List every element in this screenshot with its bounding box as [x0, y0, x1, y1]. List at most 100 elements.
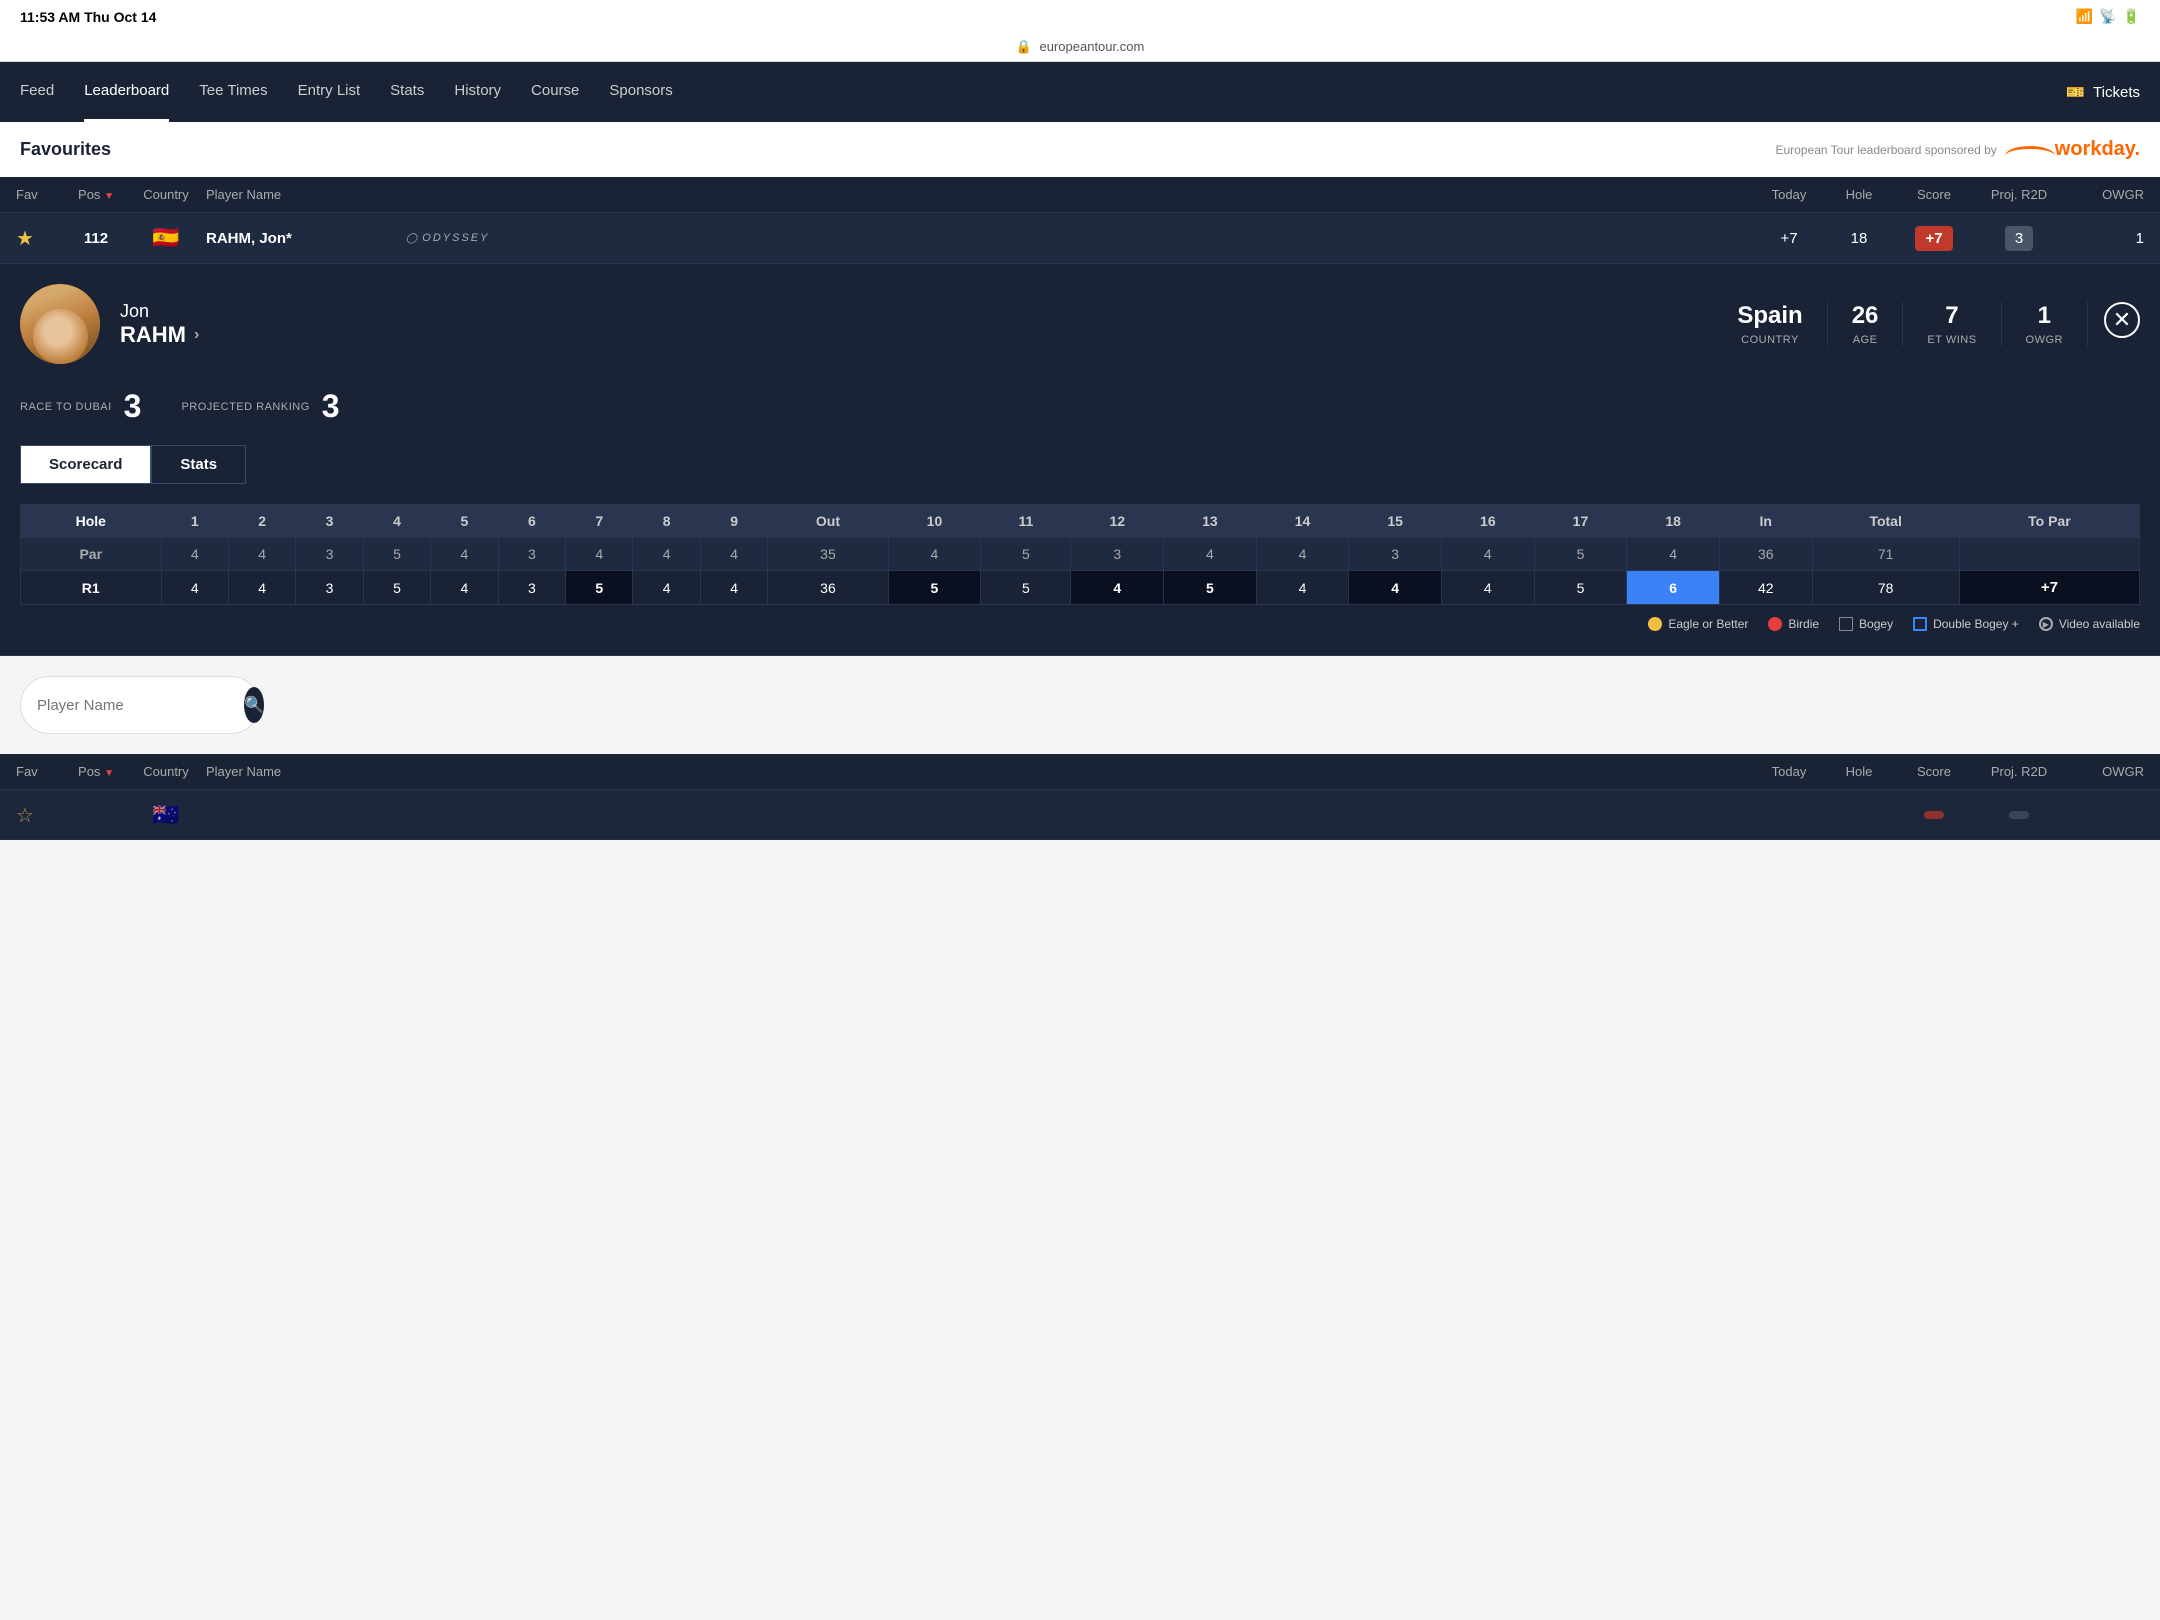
pos2-sort-icon: ▼ — [104, 768, 114, 779]
col-hole-header: Hole — [1824, 187, 1894, 202]
player-row[interactable]: ★ 112 🇪🇸 RAHM, Jon* ◯ ODYSSEY +7 18 +7 3… — [0, 213, 2160, 264]
col2-country-header: Country — [126, 764, 206, 779]
hole-col-header: Hole — [21, 505, 162, 538]
player-avatar — [20, 284, 100, 364]
player-name-cell: RAHM, Jon* — [206, 230, 406, 247]
col-today-header: Today — [1754, 187, 1824, 202]
workday-logo: workday. — [2055, 138, 2140, 161]
projected-ranking-block: PROJECTED RANKING 3 — [181, 388, 339, 425]
player-owgr: 1 — [2064, 230, 2144, 247]
tickets-button[interactable]: 🎫 Tickets — [2066, 83, 2140, 101]
table-header-row: Fav Pos ▼ Country Player Name Today Hole… — [0, 177, 2160, 213]
url-text: europeantour.com — [1040, 39, 1145, 54]
url-bar[interactable]: 🔒 europeantour.com — [0, 33, 2160, 62]
col2-pos-header: Pos ▼ — [66, 764, 126, 779]
video-indicator: ▶ — [2039, 617, 2053, 631]
player-today-score: +7 — [1754, 230, 1824, 247]
partial-fav-star[interactable]: ☆ — [16, 803, 66, 828]
scorecard-tabs: Scorecard Stats — [20, 445, 2140, 484]
double-bogey-indicator — [1913, 617, 1927, 631]
scorecard-table: Hole 1 2 3 4 5 6 7 8 9 Out 10 11 12 13 1… — [20, 504, 2140, 605]
player-profile-link[interactable]: › — [194, 326, 199, 344]
nav-links: Feed Leaderboard Tee Times Entry List St… — [20, 62, 2066, 122]
col-score-header: Score — [1894, 187, 1974, 202]
sponsor-area: European Tour leaderboard sponsored by w… — [1776, 138, 2141, 161]
player-hole: 18 — [1824, 230, 1894, 247]
nav-leaderboard[interactable]: Leaderboard — [84, 62, 169, 122]
col2-projr2d-header: Proj. R2D — [1974, 764, 2064, 779]
player-proj-r2d: 3 — [1974, 226, 2064, 251]
col-playername-header: Player Name — [206, 187, 406, 202]
eagle-indicator — [1648, 617, 1662, 631]
tab-stats[interactable]: Stats — [151, 445, 246, 484]
nav-course[interactable]: Course — [531, 62, 579, 122]
leaderboard-table: Fav Pos ▼ Country Player Name Today Hole… — [0, 177, 2160, 656]
partial-player-flag: 🇦🇺 — [126, 802, 206, 828]
player-stats-block: Spain COUNTRY 26 AGE 7 ET WINS 1 OWGR ✕ — [1713, 302, 2140, 346]
workday-arc — [2005, 146, 2055, 166]
favourites-header: Favourites European Tour leaderboard spo… — [0, 122, 2160, 177]
scorecard-legend: Eagle or Better Birdie Bogey Double Boge… — [20, 617, 2140, 631]
race-row: RACE TO DUBAI 3 PROJECTED RANKING 3 — [20, 388, 2140, 425]
legend-bogey: Bogey — [1839, 617, 1893, 631]
status-bar: 11:53 AM Thu Oct 14 📶 📡 🔋 — [0, 0, 2160, 33]
bogey-indicator — [1839, 617, 1853, 631]
search-wrap[interactable]: 🔍 — [20, 676, 260, 734]
status-icons: 📶 📡 🔋 — [2076, 8, 2140, 25]
player-full-name: Jon RAHM › — [120, 301, 199, 348]
nav-feed[interactable]: Feed — [20, 62, 54, 122]
col-country-header: Country — [126, 187, 206, 202]
player-flag: 🇪🇸 — [126, 225, 206, 251]
search-button[interactable]: 🔍 — [244, 687, 264, 723]
col2-owgr-header: OWGR — [2064, 764, 2144, 779]
second-leaderboard-table: Fav Pos ▼ Country Player Name Today Hole… — [0, 754, 2160, 840]
col2-playername-header: Player Name — [206, 764, 406, 779]
col-owgr-header: OWGR — [2064, 187, 2144, 202]
status-time: 11:53 AM Thu Oct 14 — [20, 9, 156, 25]
col-projr2d-header: Proj. R2D — [1974, 187, 2064, 202]
favourite-star[interactable]: ★ — [16, 226, 66, 251]
nav-tee-times[interactable]: Tee Times — [199, 62, 267, 122]
col-pos-header: Pos ▼ — [66, 187, 126, 202]
nav-sponsors[interactable]: Sponsors — [609, 62, 672, 122]
favourites-title: Favourites — [20, 139, 111, 160]
stat-country: Spain COUNTRY — [1713, 302, 1827, 346]
ticket-icon: 🎫 — [2066, 83, 2085, 101]
par-row: Par 4 4 3 5 4 3 4 4 4 35 4 5 3 4 4 3 — [21, 538, 2140, 571]
r1-row: R1 4 4 3 5 4 3 5 4 4 36 5 5 4 5 4 4 — [21, 571, 2140, 605]
player-sponsor-logo: ◯ ODYSSEY — [406, 232, 1754, 244]
legend-video: ▶ Video available — [2039, 617, 2140, 631]
col2-today-header: Today — [1754, 764, 1824, 779]
player-detail-panel: Jon RAHM › Spain COUNTRY 26 AGE 7 ET — [0, 264, 2160, 656]
col-fav-header: Fav — [16, 187, 66, 202]
search-input[interactable] — [37, 697, 236, 714]
col2-score-header: Score — [1894, 764, 1974, 779]
player-name: RAHM, Jon* — [206, 230, 292, 247]
player-score-badge: +7 — [1894, 226, 1974, 251]
birdie-indicator — [1768, 617, 1782, 631]
pos-sort-icon: ▼ — [104, 191, 114, 202]
second-table-header-row: Fav Pos ▼ Country Player Name Today Hole… — [0, 754, 2160, 790]
wifi-icon: 📡 — [2099, 8, 2116, 25]
scorecard-header-row: Hole 1 2 3 4 5 6 7 8 9 Out 10 11 12 13 1… — [21, 505, 2140, 538]
stat-owgr: 1 OWGR — [2002, 302, 2088, 346]
search-section: 🔍 — [0, 656, 2160, 754]
nav-entry-list[interactable]: Entry List — [298, 62, 361, 122]
nav-stats[interactable]: Stats — [390, 62, 424, 122]
player-info-row: Jon RAHM › Spain COUNTRY 26 AGE 7 ET — [20, 284, 2140, 364]
lock-icon: 🔒 — [1016, 39, 1032, 54]
col2-hole-header: Hole — [1824, 764, 1894, 779]
main-nav: Feed Leaderboard Tee Times Entry List St… — [0, 62, 2160, 122]
battery-icon: 🔋 — [2123, 8, 2140, 25]
legend-double-bogey: Double Bogey + — [1913, 617, 2019, 631]
legend-eagle: Eagle or Better — [1648, 617, 1748, 631]
close-detail-button[interactable]: ✕ — [2104, 302, 2140, 338]
signal-icon: 📶 — [2076, 8, 2093, 25]
legend-birdie: Birdie — [1768, 617, 1819, 631]
player-position: 112 — [66, 230, 126, 247]
nav-history[interactable]: History — [454, 62, 501, 122]
race-to-dubai-block: RACE TO DUBAI 3 — [20, 388, 141, 425]
col2-fav-header: Fav — [16, 764, 66, 779]
partial-player-row[interactable]: ☆ 🇦🇺 — [0, 790, 2160, 840]
tab-scorecard[interactable]: Scorecard — [20, 445, 151, 484]
